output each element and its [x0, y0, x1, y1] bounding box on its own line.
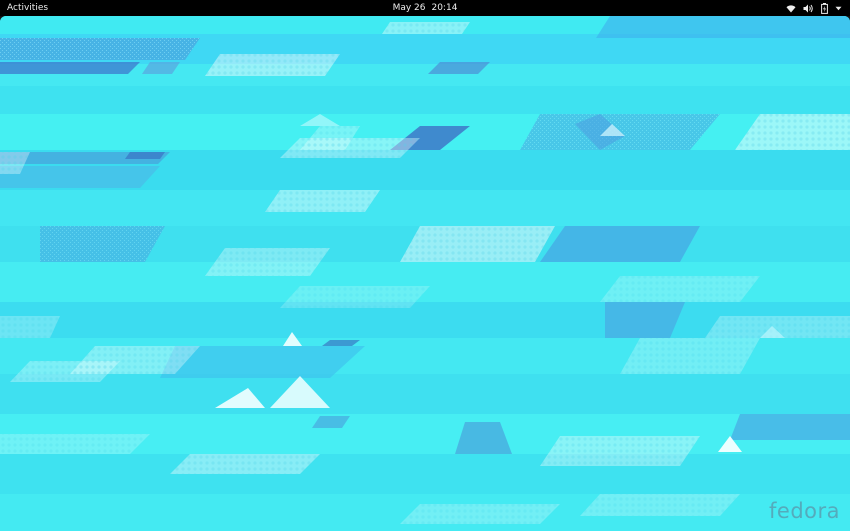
wifi-icon: [786, 4, 796, 13]
battery-icon: [821, 2, 828, 14]
clock-date: May 26: [392, 3, 426, 13]
system-status-menu[interactable]: [786, 0, 842, 16]
fedora-logo-text: fedora: [769, 499, 840, 523]
volume-icon: [803, 4, 814, 13]
clock-button[interactable]: May 26 20:14: [393, 3, 458, 13]
clock: May 26 20:14: [0, 0, 850, 16]
wallpaper-pattern: [0, 16, 850, 531]
activities-button[interactable]: Activities: [7, 0, 48, 16]
desktop-screen: Activities May 26 20:14 fedora: [0, 0, 850, 531]
chevron-down-icon: [835, 6, 842, 11]
desktop-wallpaper[interactable]: fedora: [0, 16, 850, 531]
clock-time: 20:14: [431, 3, 458, 13]
fedora-logo: fedora: [769, 499, 840, 523]
top-bar: Activities May 26 20:14: [0, 0, 850, 16]
